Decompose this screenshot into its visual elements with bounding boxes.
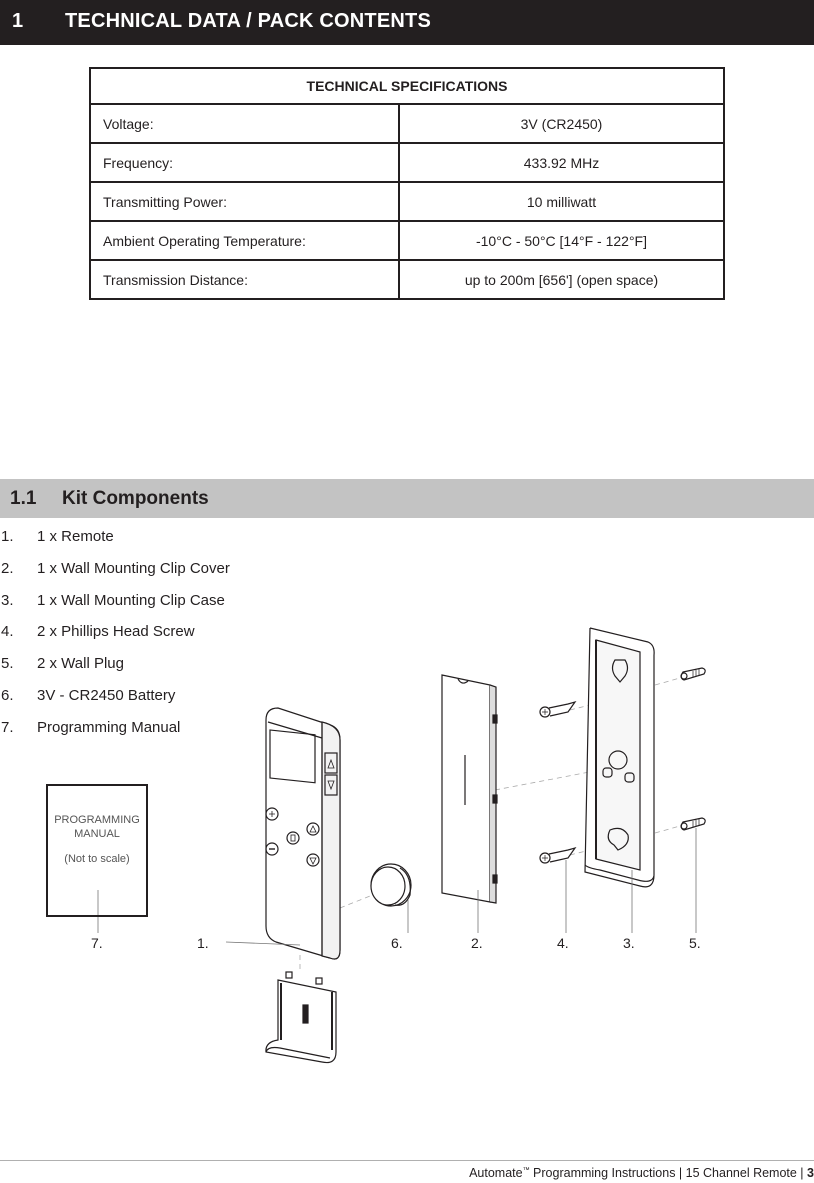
spec-value: 433.92 MHz <box>398 142 725 183</box>
table-row: Frequency: 433.92 MHz <box>89 142 725 183</box>
manual-title-line2: MANUAL <box>74 828 120 840</box>
table-row: Ambient Operating Temperature: -10°C - 5… <box>89 220 725 261</box>
table-header: TECHNICAL SPECIFICATIONS <box>89 67 725 105</box>
section-number: 1 <box>12 10 24 32</box>
spec-value: up to 200m [656'] (open space) <box>398 259 725 300</box>
subsection-title: Kit Components <box>62 488 209 509</box>
footer-brand: Automate <box>469 1166 523 1180</box>
table-row: Transmitting Power: 10 milliwatt <box>89 181 725 222</box>
battery-cover-icon <box>265 971 337 1064</box>
callout-6: 6. <box>391 935 403 951</box>
item-number: 1. <box>1 528 14 545</box>
table-header-row: TECHNICAL SPECIFICATIONS <box>89 67 725 105</box>
wall-plug-icon <box>680 667 706 831</box>
table-row: Voltage: 3V (CR2450) <box>89 103 725 144</box>
subsection-number: 1.1 <box>10 488 37 509</box>
table-row: Transmission Distance: up to 200m [656']… <box>89 259 725 300</box>
section-title: TECHNICAL DATA / PACK CONTENTS <box>65 10 431 32</box>
page-number: 3 <box>807 1166 814 1180</box>
spec-label: Frequency: <box>89 142 400 183</box>
screw-icon <box>539 700 577 864</box>
callout-5: 5. <box>689 935 701 951</box>
spec-label: Voltage: <box>89 103 400 144</box>
item-text: 1 x Wall Mounting Clip Cover <box>37 559 230 577</box>
not-to-scale-note: (Not to scale) <box>64 853 130 865</box>
callout-4: 4. <box>557 935 569 951</box>
clip-case-icon <box>584 627 655 888</box>
callout-1: 1. <box>197 935 209 951</box>
spec-label: Transmission Distance: <box>89 259 400 300</box>
callout-7: 7. <box>91 935 103 951</box>
manual-title-line1: PROGRAMMING <box>54 814 140 826</box>
technical-specifications-table: TECHNICAL SPECIFICATIONS Voltage: 3V (CR… <box>89 67 725 300</box>
subsection-header: 1.1 Kit Components <box>0 479 814 518</box>
spec-label: Transmitting Power: <box>89 181 400 222</box>
coin-battery-icon <box>370 863 412 907</box>
programming-manual-illustration: PROGRAMMING MANUAL (Not to scale) <box>46 784 148 917</box>
clip-cover-icon <box>441 674 498 904</box>
callout-3: 3. <box>623 935 635 951</box>
spec-value: 3V (CR2450) <box>398 103 725 144</box>
section-header: 1 TECHNICAL DATA / PACK CONTENTS <box>0 0 814 45</box>
callout-2: 2. <box>471 935 483 951</box>
footer-divider <box>0 1160 814 1161</box>
spec-value: 10 milliwatt <box>398 181 725 222</box>
spec-value: -10°C - 50°C [14°F - 122°F] <box>398 220 725 261</box>
trademark-symbol: ™ <box>522 1166 530 1174</box>
page-footer: Automate™ Programming Instructions | 15 … <box>469 1166 814 1180</box>
spec-label: Ambient Operating Temperature: <box>89 220 400 261</box>
footer-text: Programming Instructions | 15 Channel Re… <box>529 1166 808 1180</box>
remote-icon <box>265 707 341 960</box>
item-text: 1 x Remote <box>37 528 114 545</box>
item-number: 2. <box>1 559 14 577</box>
